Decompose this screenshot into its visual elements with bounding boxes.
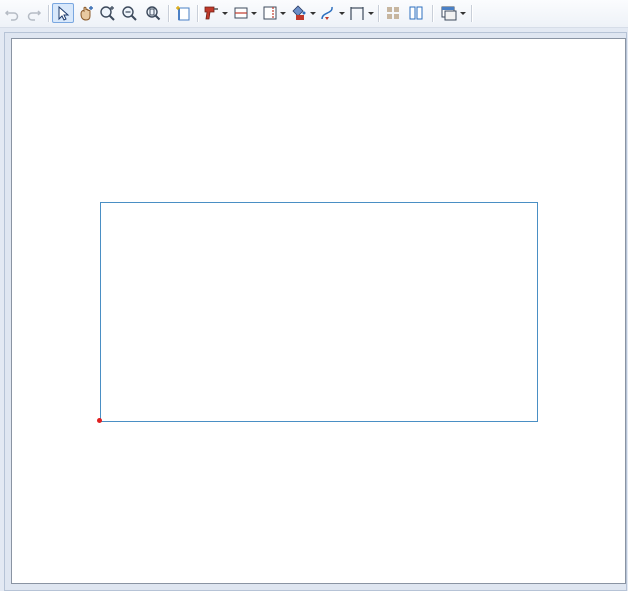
redo-button[interactable]	[24, 3, 44, 23]
horizontal-split-button[interactable]	[231, 3, 251, 23]
hand-pan-icon	[77, 4, 95, 22]
drill-tool-button[interactable]	[201, 3, 221, 23]
zoom-in-icon	[99, 4, 117, 22]
columns-icon	[408, 5, 424, 21]
window-dropdown-arrow[interactable]	[460, 12, 466, 15]
arrow-pointer-icon	[55, 5, 71, 21]
drill-dropdown-arrow[interactable]	[222, 12, 228, 15]
rectangle-shape[interactable]	[100, 202, 538, 422]
redo-icon	[26, 5, 42, 21]
columns-button[interactable]	[406, 3, 426, 23]
curve-icon	[319, 4, 337, 22]
new-sheet-icon	[175, 5, 191, 21]
dimension-tool-button[interactable]	[347, 3, 367, 23]
toolbar-separator	[48, 5, 49, 22]
toolbar-separator	[378, 5, 379, 22]
pan-tool-button[interactable]	[76, 3, 96, 23]
horizontal-split-dropdown-arrow[interactable]	[251, 12, 257, 15]
zoom-in-button[interactable]	[98, 3, 118, 23]
curve-dropdown-arrow[interactable]	[339, 12, 345, 15]
toolbar-separator	[197, 5, 198, 22]
dimension-icon	[348, 4, 366, 22]
paint-fill-icon	[290, 4, 308, 22]
drill-icon	[202, 4, 220, 22]
grid-button[interactable]	[383, 3, 403, 23]
dimension-dropdown-arrow[interactable]	[368, 12, 374, 15]
new-sheet-button[interactable]	[173, 3, 193, 23]
paint-fill-dropdown-arrow[interactable]	[310, 12, 316, 15]
select-tool-button[interactable]	[52, 3, 74, 23]
grid-icon	[385, 5, 401, 21]
anchor-point[interactable]	[97, 418, 102, 423]
paint-fill-button[interactable]	[289, 3, 309, 23]
zoom-out-icon	[121, 4, 139, 22]
undo-icon	[4, 5, 20, 21]
horizontal-split-icon	[233, 5, 249, 21]
window-button[interactable]	[439, 3, 459, 23]
toolbar-separator	[168, 5, 169, 22]
zoom-fit-icon	[144, 4, 162, 22]
curve-tool-button[interactable]	[318, 3, 338, 23]
zoom-fit-button[interactable]	[143, 3, 163, 23]
toolbar-separator	[471, 5, 472, 22]
window-icon	[440, 4, 458, 22]
zoom-out-button[interactable]	[120, 3, 140, 23]
toolbar	[0, 0, 628, 28]
vertical-split-dropdown-arrow[interactable]	[280, 12, 286, 15]
undo-button[interactable]	[2, 3, 22, 23]
vertical-split-button[interactable]	[260, 3, 280, 23]
vertical-split-icon	[262, 5, 278, 21]
toolbar-separator	[432, 5, 433, 22]
